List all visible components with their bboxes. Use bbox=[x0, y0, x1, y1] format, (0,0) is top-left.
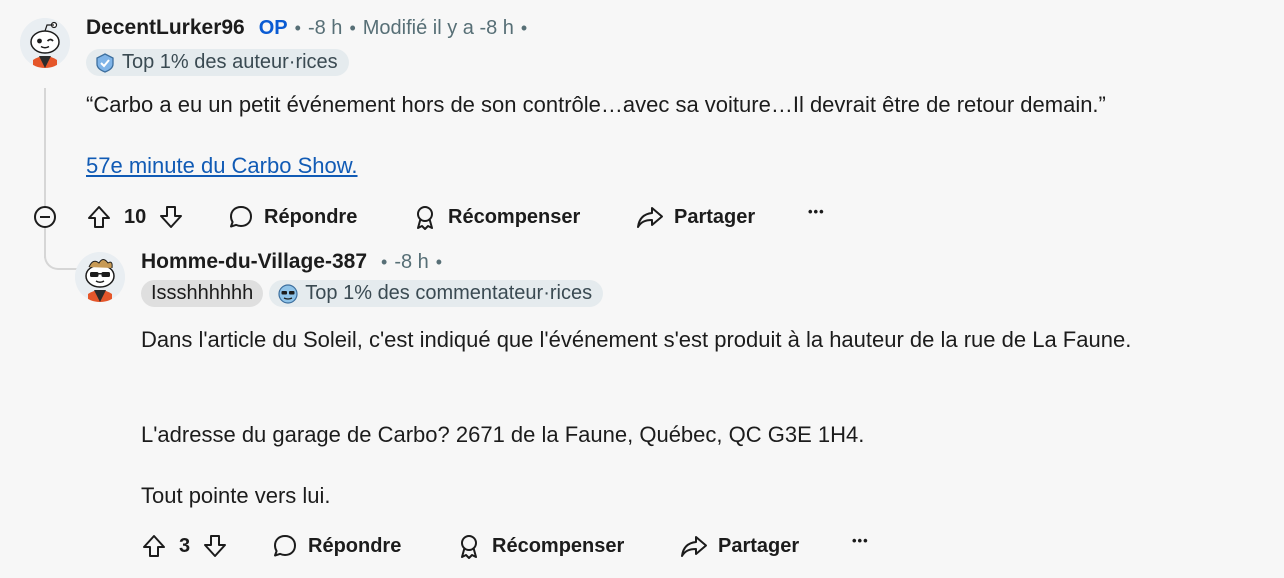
separator-dot: • bbox=[520, 17, 528, 38]
reply-label: Répondre bbox=[308, 534, 402, 557]
award-icon bbox=[461, 535, 477, 559]
award-label: Récompenser bbox=[492, 534, 625, 557]
comment-paragraph: Dans l'article du Soleil, c'est indiqué … bbox=[141, 327, 1132, 352]
achievement-badge[interactable]: Top 1% des commentateur·rices bbox=[269, 280, 604, 307]
collapse-icon bbox=[40, 216, 50, 218]
vote-count: 10 bbox=[124, 205, 147, 228]
achievement-label: Top 1% des commentateur·rices bbox=[305, 282, 593, 304]
achievement-badge[interactable]: Top 1% des auteur·rices bbox=[86, 49, 349, 76]
separator-dot: • bbox=[294, 17, 301, 38]
award-button[interactable]: Récompenser bbox=[456, 532, 624, 560]
username[interactable]: Homme-du-Village-387 bbox=[141, 250, 367, 274]
timestamp[interactable]: -8 h bbox=[308, 17, 342, 40]
comment-body: “Carbo a eu un petit événement hors de s… bbox=[86, 92, 1106, 117]
share-button[interactable]: Partager bbox=[680, 532, 799, 560]
share-label: Partager bbox=[718, 534, 800, 557]
flair-row: Issshhhhhh Top 1% des commentateur·rices bbox=[141, 280, 609, 307]
share-label: Partager bbox=[674, 205, 756, 228]
timestamp[interactable]: -8 h bbox=[394, 251, 428, 274]
award-label: Récompenser bbox=[448, 205, 581, 228]
reply-button[interactable]: Répondre bbox=[272, 532, 401, 560]
comment-icon bbox=[274, 535, 296, 557]
username[interactable]: DecentLurker96 bbox=[86, 16, 245, 40]
achievement-icon bbox=[278, 283, 298, 304]
op-badge: OP bbox=[258, 16, 288, 39]
vote-controls: 3 bbox=[141, 532, 228, 560]
comment-link-line: 57e minute du Carbo Show. bbox=[86, 149, 358, 183]
comment-icon bbox=[230, 206, 252, 228]
award-button[interactable]: Récompenser bbox=[412, 203, 580, 231]
downvote-icon[interactable] bbox=[158, 204, 184, 230]
share-icon bbox=[637, 207, 663, 228]
snoo-sunglasses-avatar-icon bbox=[75, 252, 125, 302]
thread-line-elbow bbox=[44, 236, 78, 270]
share-icon bbox=[681, 536, 707, 557]
comment-link[interactable]: 57e minute du Carbo Show. bbox=[86, 153, 358, 178]
share-button[interactable]: Partager bbox=[636, 203, 755, 231]
separator-dot: • bbox=[381, 251, 388, 272]
vote-count: 3 bbox=[179, 534, 191, 557]
edited-timestamp: Modifié il y a -8 h bbox=[362, 16, 514, 39]
avatar[interactable] bbox=[75, 252, 125, 302]
collapse-button[interactable] bbox=[34, 206, 56, 228]
avatar[interactable] bbox=[20, 18, 70, 68]
snoo-avatar-icon bbox=[20, 18, 70, 68]
comment-header: DecentLurker96 OP • -8 h • Modifié il y … bbox=[86, 14, 534, 42]
upvote-icon[interactable] bbox=[86, 204, 112, 230]
achievement-row: Top 1% des auteur·rices bbox=[86, 49, 355, 76]
upvote-icon[interactable] bbox=[141, 533, 167, 559]
achievement-label: Top 1% des auteur·rices bbox=[122, 51, 338, 73]
reply-label: Répondre bbox=[264, 205, 358, 228]
achievement-icon bbox=[96, 52, 114, 73]
vote-controls: 10 bbox=[86, 203, 184, 231]
separator-dot: • bbox=[349, 17, 356, 38]
user-flair: Issshhhhhh bbox=[141, 280, 264, 307]
comment-paragraph: L'adresse du garage de Carbo? 2671 de la… bbox=[141, 422, 865, 447]
comment-header: Homme-du-Village-387 • -8 h • bbox=[141, 248, 449, 276]
reply-button[interactable]: Répondre bbox=[228, 203, 357, 231]
more-options-button[interactable]: ••• bbox=[808, 204, 825, 219]
downvote-icon[interactable] bbox=[202, 533, 228, 559]
more-options-button[interactable]: ••• bbox=[852, 533, 869, 548]
award-icon bbox=[417, 206, 433, 230]
thread-line-main bbox=[44, 88, 46, 206]
comment-paragraph: Tout pointe vers lui. bbox=[141, 483, 331, 508]
separator-dot: • bbox=[435, 251, 443, 272]
